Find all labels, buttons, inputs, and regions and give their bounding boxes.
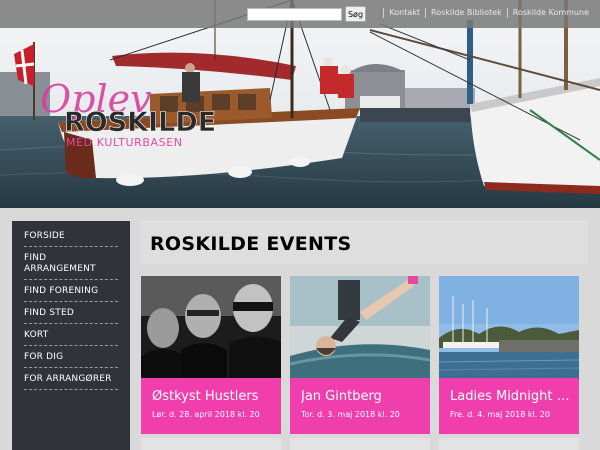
search-input[interactable] xyxy=(247,8,342,21)
sidebar-item-kort[interactable]: KORT xyxy=(24,326,118,346)
event-title: Jan Gintberg xyxy=(301,389,382,404)
sidebar-item-for-arrangoerer[interactable]: FOR ARRANGØRER xyxy=(24,370,118,390)
sidebar-item-find-sted[interactable]: FIND STED xyxy=(24,304,118,324)
event-title: Østkyst Hustlers xyxy=(152,389,259,404)
event-date: Lør. d. 28. april 2018 kl. 20 xyxy=(152,410,260,419)
top-link-roskilde-bibliotek[interactable]: Roskilde Bibliotek xyxy=(425,8,507,18)
sidebar-item-for-dig[interactable]: FOR DIG xyxy=(24,348,118,368)
event-title: Ladies Midnight Run xyxy=(450,389,571,404)
search-button[interactable]: Søg xyxy=(345,6,366,22)
top-link-roskilde-kommune[interactable]: Roskilde Kommune xyxy=(506,8,594,18)
event-card-next-row xyxy=(290,438,430,450)
event-card-ladies-midnight-run[interactable]: Ladies Midnight Run Fre. d. 4. maj 2018 … xyxy=(439,276,579,434)
header-banner: Oplev ROSKILDE MED KULTURBASEN xyxy=(0,0,600,208)
event-card-oestkyst-hustlers[interactable]: Østkyst Hustlers Lør. d. 28. april 2018 … xyxy=(141,276,281,434)
sidebar-item-find-arrangement[interactable]: FIND ARRANGEMENT xyxy=(24,249,118,280)
sidebar-item-find-forening[interactable]: FIND FORENING xyxy=(24,282,118,302)
harbour-photo: Oplev ROSKILDE MED KULTURBASEN xyxy=(0,0,600,208)
event-image xyxy=(439,276,579,378)
event-info: Jan Gintberg Tor. d. 3. maj 2018 kl. 20 xyxy=(290,378,430,434)
page-title: ROSKILDE EVENTS xyxy=(150,233,352,255)
event-info: Østkyst Hustlers Lør. d. 28. april 2018 … xyxy=(141,378,281,434)
event-image xyxy=(141,276,281,378)
event-info: Ladies Midnight Run Fre. d. 4. maj 2018 … xyxy=(439,378,579,434)
sidebar-nav: FORSIDE FIND ARRANGEMENT FIND FORENING F… xyxy=(12,221,130,450)
top-links: Kontakt Roskilde Bibliotek Roskilde Komm… xyxy=(383,8,594,18)
page-title-bar: ROSKILDE EVENTS xyxy=(141,221,588,264)
event-date: Fre. d. 4. maj 2018 kl. 20 xyxy=(450,410,550,419)
logo-main: ROSKILDE xyxy=(64,107,216,138)
logo-sub: MED KULTURBASEN xyxy=(66,136,183,149)
event-card-next-row xyxy=(141,438,281,450)
top-link-kontakt[interactable]: Kontakt xyxy=(383,8,425,18)
event-card-jan-gintberg[interactable]: Jan Gintberg Tor. d. 3. maj 2018 kl. 20 xyxy=(290,276,430,434)
event-image xyxy=(290,276,430,378)
event-card-next-row xyxy=(439,438,579,450)
sidebar-item-forside[interactable]: FORSIDE xyxy=(24,227,118,247)
event-date: Tor. d. 3. maj 2018 kl. 20 xyxy=(301,410,400,419)
